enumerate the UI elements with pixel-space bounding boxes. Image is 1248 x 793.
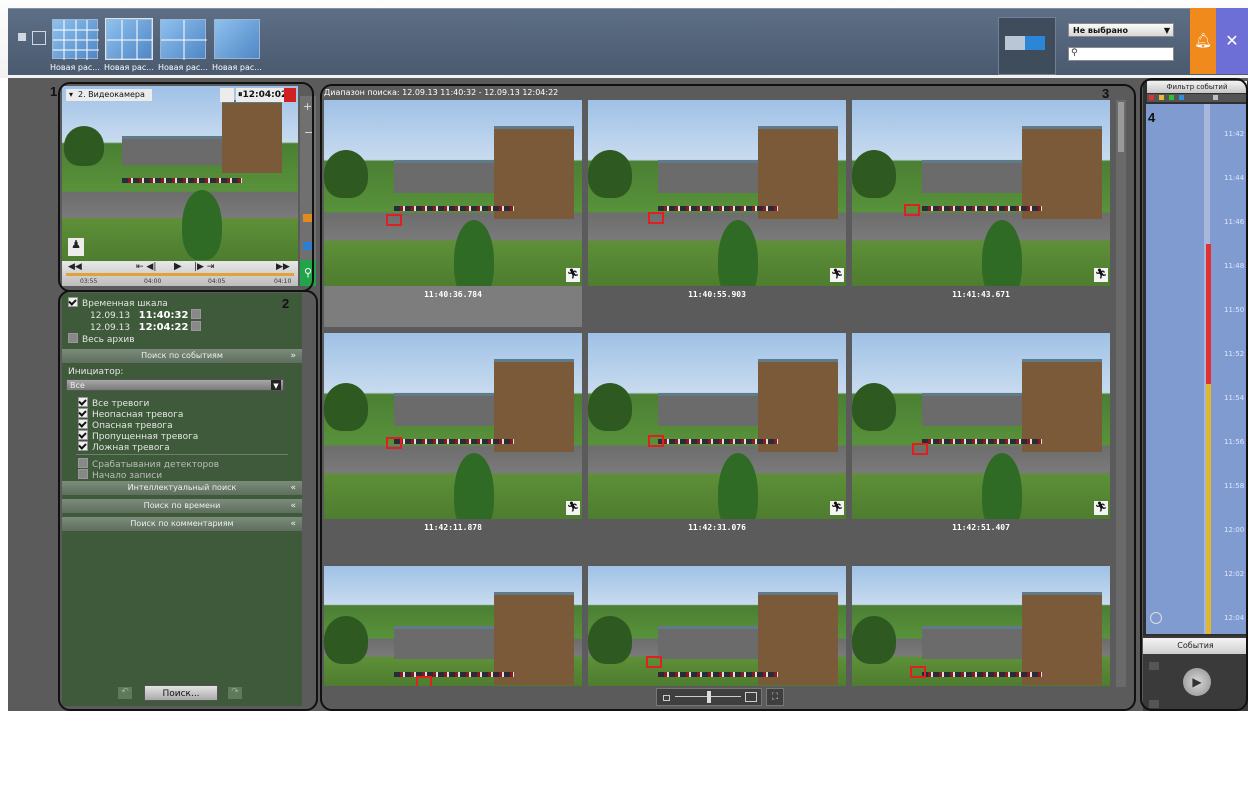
settings-tools-icon[interactable]: ✕: [1216, 8, 1248, 74]
panel-number: 1: [50, 84, 58, 99]
timeline-tick-label: 11:48: [1224, 262, 1245, 270]
list-view-icon[interactable]: [32, 31, 46, 45]
layout-preview-panel[interactable]: [998, 17, 1056, 75]
camera-select-dropdown[interactable]: Не выбрано ▼: [1068, 23, 1174, 37]
layout-thumb-3[interactable]: [160, 19, 207, 60]
timeline-tick-label: 11:44: [1224, 174, 1245, 182]
layout-label[interactable]: Новая рас...: [212, 63, 264, 72]
top-right-buttons: 🔔︎ ✕: [1180, 0, 1248, 78]
timeline-tick-label: 11:58: [1224, 482, 1245, 490]
timeline-tick-label: 11:54: [1224, 394, 1245, 402]
chevron-down-icon: ▼: [1163, 26, 1170, 35]
timeline-tick-label: 11:56: [1224, 438, 1245, 446]
layout-preview: [1005, 36, 1045, 50]
timeline-tick-label: 11:42: [1224, 130, 1245, 138]
panel-outline-2: [58, 290, 318, 711]
timeline-tick-label: 12:00: [1224, 526, 1245, 534]
dropdown-value: Не выбрано: [1073, 26, 1128, 35]
panel-outline-1: [58, 82, 314, 292]
timeline-tick-label: 11:50: [1224, 306, 1245, 314]
panel-number: 4: [1148, 110, 1156, 125]
timeline-tick-label: 12:02: [1224, 570, 1245, 578]
layout-label[interactable]: Новая рас...: [158, 63, 210, 72]
timeline-tick-label: 11:52: [1224, 350, 1245, 358]
panel-outline-3: [320, 84, 1136, 711]
layout-thumb-1[interactable]: [52, 19, 99, 60]
grid-view-icon[interactable]: [18, 33, 26, 41]
timeline-tick-label: 11:46: [1224, 218, 1245, 226]
layout-thumb-4[interactable]: [214, 19, 260, 59]
search-icon: ⚲: [1071, 48, 1078, 58]
panel-number: 2: [282, 296, 290, 311]
layouts-bar: Новая рас... Новая рас... Новая рас... Н…: [8, 8, 1248, 75]
layout-label[interactable]: Новая рас...: [50, 63, 102, 72]
top-toolbar: Новая рас... Новая рас... Новая рас... Н…: [0, 0, 1248, 78]
layout-label[interactable]: Новая рас...: [104, 63, 156, 72]
panel-number: 3: [1102, 86, 1110, 101]
alarm-bell-icon[interactable]: 🔔︎: [1190, 8, 1216, 74]
timeline-tick-label: 12:04: [1224, 614, 1245, 622]
search-input[interactable]: ⚲: [1068, 47, 1174, 61]
layout-thumb-2[interactable]: [105, 18, 153, 60]
